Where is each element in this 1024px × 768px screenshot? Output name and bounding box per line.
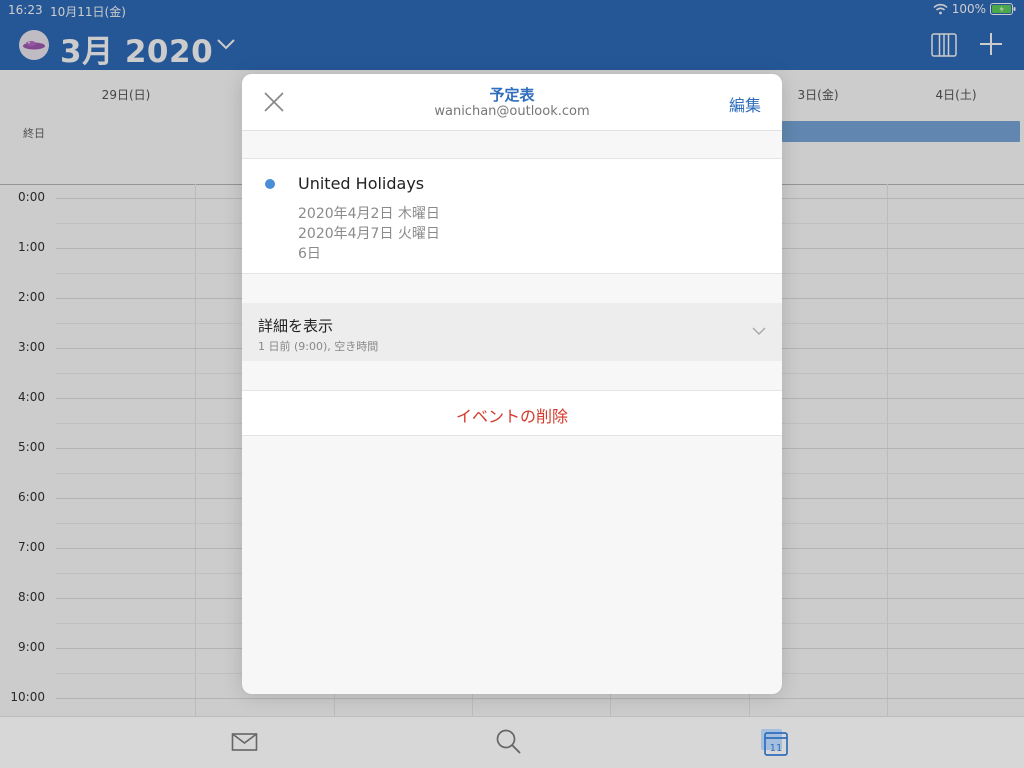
event-title: United Holidays — [298, 174, 425, 193]
show-details-row[interactable]: 詳細を表示 1 日前 (9:00), 空き時間 — [242, 303, 782, 361]
event-card: United Holidays 2020年4月2日 木曜日 2020年4月7日 … — [242, 158, 782, 274]
modal-header: 予定表 wanichan@outlook.com 編集 — [242, 74, 782, 131]
edit-button[interactable]: 編集 — [729, 92, 761, 116]
tab-bar: 11 — [0, 716, 1024, 768]
delete-event-button[interactable]: イベントの削除 — [242, 390, 782, 436]
calendar-icon[interactable]: 11 — [759, 727, 789, 757]
event-detail-modal: 予定表 wanichan@outlook.com 編集 United Holid… — [242, 74, 782, 694]
event-start-date: 2020年4月2日 木曜日 — [298, 206, 440, 222]
chevron-down-icon[interactable] — [752, 327, 766, 336]
reminder-summary: 1 日前 (9:00), 空き時間 — [258, 340, 379, 353]
show-details-label: 詳細を表示 — [258, 317, 334, 335]
event-end-date: 2020年4月7日 火曜日 — [298, 226, 440, 242]
mail-icon[interactable] — [231, 731, 258, 753]
calendar-badge: 11 — [770, 743, 783, 754]
modal-title: 予定表 — [489, 86, 535, 104]
event-duration: 6日 — [298, 246, 321, 262]
delete-event-label: イベントの削除 — [455, 407, 568, 426]
modal-account: wanichan@outlook.com — [434, 104, 590, 119]
search-icon[interactable] — [495, 728, 522, 755]
calendar-color-dot — [265, 179, 275, 189]
